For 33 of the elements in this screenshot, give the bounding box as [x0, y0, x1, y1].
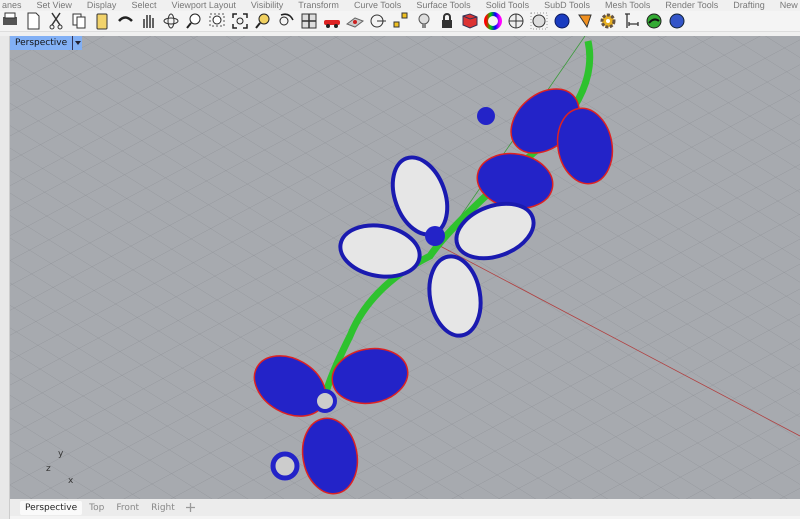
color-wheel-icon[interactable] [483, 11, 503, 31]
toolbar-tab[interactable]: Viewport Layout [171, 0, 236, 11]
toolbar-tab[interactable]: Curve Tools [354, 0, 402, 11]
dropdown-caret-icon [74, 41, 81, 45]
toolbar-tab[interactable]: Transform [298, 0, 339, 11]
toolbar-tab[interactable]: Display [86, 0, 116, 11]
axis-label: x [68, 476, 74, 486]
gear-icon[interactable] [598, 11, 618, 31]
toolbar-tab[interactable]: anes [2, 0, 22, 11]
zoom-extents-icon[interactable] [230, 11, 250, 31]
toolbar-tab[interactable]: Drafting [733, 0, 765, 11]
axis-label: y [58, 449, 64, 459]
viewport-tab[interactable]: Perspective [20, 500, 82, 514]
toolbar-tab[interactable]: Surface Tools [416, 0, 471, 11]
axis-label: z [46, 464, 51, 474]
toolbar-tab[interactable]: Select [131, 0, 156, 11]
toolbar-tab[interactable]: Visibility [250, 0, 284, 11]
sphere-icon[interactable] [506, 11, 526, 31]
toolbar-tab[interactable]: Mesh Tools [604, 0, 650, 11]
render-sphere-icon[interactable] [552, 11, 572, 31]
shaded-box-icon[interactable] [460, 11, 480, 31]
viewport-tab[interactable]: Top [84, 500, 110, 514]
toolbar-tab[interactable]: SubD Tools [544, 0, 590, 11]
globe-icon[interactable] [644, 11, 664, 31]
toolbar-tab[interactable]: New [780, 0, 798, 11]
toolbar-tab[interactable]: Render Tools [665, 0, 718, 11]
toolbar-tab[interactable]: Solid Tools [486, 0, 530, 11]
rotate-icon[interactable] [161, 11, 181, 31]
toolbar-tab[interactable]: Set View [36, 0, 72, 11]
viewport-title-tab[interactable]: Perspective [10, 36, 82, 50]
four-viewports-icon[interactable] [299, 11, 319, 31]
viewport-tab[interactable]: Front [111, 500, 144, 514]
viewport-tab[interactable]: Right [146, 500, 180, 514]
